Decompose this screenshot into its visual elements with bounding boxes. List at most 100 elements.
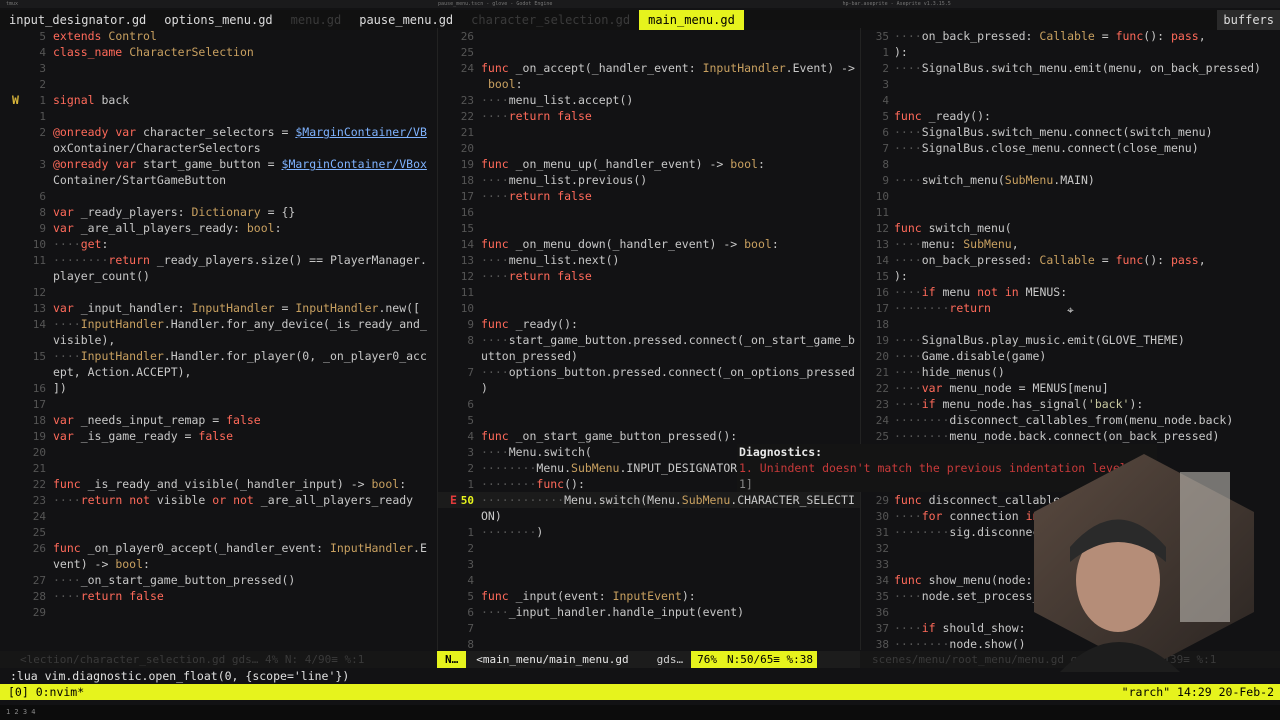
left-code-line[interactable]: 20 xyxy=(0,444,437,460)
right-code-line[interactable]: 13 ····menu: SubMenu, xyxy=(861,236,1280,252)
left-code-line[interactable]: 18 var _needs_input_remap = false xyxy=(0,412,437,428)
right-code-line[interactable]: 35 ····on_back_pressed: Callable = func()… xyxy=(861,28,1280,44)
left-code-line[interactable]: oxContainer/CharacterSelectors xyxy=(0,140,437,156)
mid-code-line[interactable]: 2 xyxy=(438,540,860,556)
right-code-line[interactable]: 19 ····SignalBus.play_music.emit(GLOVE_TH… xyxy=(861,332,1280,348)
mid-code-line[interactable]: 20 xyxy=(438,140,860,156)
left-code-line[interactable]: visible), xyxy=(0,332,437,348)
left-code-line[interactable]: 29 xyxy=(0,604,437,620)
right-code-line[interactable]: 22 ····var menu_node = MENUS[menu] xyxy=(861,380,1280,396)
left-code-line[interactable]: 9 var _are_all_players_ready: bool: xyxy=(0,220,437,236)
mid-code-line[interactable]: ON) xyxy=(438,508,860,524)
mid-code-line[interactable]: 9 func _ready(): xyxy=(438,316,860,332)
mid-code-line[interactable]: 14 func _on_menu_down(_handler_event) -> … xyxy=(438,236,860,252)
left-code-line[interactable]: player_count() xyxy=(0,268,437,284)
mid-code-line[interactable]: 19 func _on_menu_up(_handler_event) -> bo… xyxy=(438,156,860,172)
mid-code-line[interactable]: 7 ····options_button.pressed.connect(_on_… xyxy=(438,364,860,380)
right-code-line[interactable]: 18 xyxy=(861,316,1280,332)
right-code-line[interactable]: 9 ····switch_menu(SubMenu.MAIN) xyxy=(861,172,1280,188)
left-code-line[interactable]: 16]) xyxy=(0,380,437,396)
left-code-line[interactable]: 1 xyxy=(0,108,437,124)
right-code-line[interactable]: 8 xyxy=(861,156,1280,172)
left-code-line[interactable]: 12 xyxy=(0,284,437,300)
buffer-tab-options-menu[interactable]: options_menu.gd xyxy=(155,10,281,30)
mid-code-line[interactable]: ) xyxy=(438,380,860,396)
right-code-line[interactable]: 11 xyxy=(861,204,1280,220)
mid-code-line[interactable]: 18 ····menu_list.previous() xyxy=(438,172,860,188)
mid-code-line[interactable]: 8 ····start_game_button.pressed.connect(_… xyxy=(438,332,860,348)
mid-code-line[interactable]: 6 ····_input_handler.handle_input(event) xyxy=(438,604,860,620)
left-code-line[interactable]: 25 xyxy=(0,524,437,540)
editor-pane-main-menu[interactable]: 26 25 24 func _on_accept(_handler_event: In… xyxy=(437,28,860,650)
mid-code-line[interactable]: 11 xyxy=(438,284,860,300)
left-code-line[interactable]: 24 xyxy=(0,508,437,524)
left-code-line[interactable]: 8 var _ready_players: Dictionary = {} xyxy=(0,204,437,220)
left-code-line[interactable]: 27 ····_on_start_game_button_pressed() xyxy=(0,572,437,588)
left-code-line[interactable]: 17 xyxy=(0,396,437,412)
mid-code-line[interactable]: 3 xyxy=(438,556,860,572)
left-code-line[interactable]: 11 ········return _ready_players.size() =… xyxy=(0,252,437,268)
left-code-line[interactable]: 13 var _input_handler: InputHandler = Inp… xyxy=(0,300,437,316)
buffer-tab-character-selection[interactable]: character_selection.gd xyxy=(462,10,639,30)
right-code-line[interactable]: 6 ····SignalBus.switch_menu.connect(switc… xyxy=(861,124,1280,140)
mid-code-line[interactable]: 21 xyxy=(438,124,860,140)
mid-code-line[interactable]: E 50 ············Menu.switch(Menu.SubMenu.… xyxy=(438,492,860,508)
right-code-line[interactable]: 1): xyxy=(861,44,1280,60)
right-code-line[interactable]: 21 ····hide_menus() xyxy=(861,364,1280,380)
buffer-tab-pause-menu[interactable]: pause_menu.gd xyxy=(350,10,462,30)
mid-code-line[interactable]: 5 func _input(event: InputEvent): xyxy=(438,588,860,604)
mid-code-line[interactable]: 6 xyxy=(438,396,860,412)
right-code-line[interactable]: 7 ····SignalBus.close_menu.connect(close_… xyxy=(861,140,1280,156)
mid-code-line[interactable]: 1 ········) xyxy=(438,524,860,540)
mid-code-line[interactable]: 25 xyxy=(438,44,860,60)
left-code-line[interactable]: 21 xyxy=(0,460,437,476)
mid-code-line[interactable]: 22 ····return false xyxy=(438,108,860,124)
left-code-line[interactable]: 10 ····get: xyxy=(0,236,437,252)
right-code-line[interactable]: 23 ····if menu_node.has_signal('back'): xyxy=(861,396,1280,412)
mid-code-line[interactable]: 15 xyxy=(438,220,860,236)
left-code-line[interactable]: 28 ····return false xyxy=(0,588,437,604)
left-code-line[interactable]: ept, Action.ACCEPT), xyxy=(0,364,437,380)
right-code-line[interactable]: 3 xyxy=(861,76,1280,92)
right-code-line[interactable]: 12 func switch_menu( xyxy=(861,220,1280,236)
mid-code-line[interactable]: 26 xyxy=(438,28,860,44)
right-code-line[interactable]: 2 ····SignalBus.switch_menu.emit(menu, on… xyxy=(861,60,1280,76)
mid-code-line[interactable]: 12 ····return false xyxy=(438,268,860,284)
buffers-label[interactable]: buffers xyxy=(1217,10,1280,30)
right-code-line[interactable]: 4 xyxy=(861,92,1280,108)
mid-code-line[interactable]: 4 xyxy=(438,572,860,588)
left-code-line[interactable]: 22 func _is_ready_and_visible(_handler_in… xyxy=(0,476,437,492)
buffer-tab-input-designator[interactable]: input_designator.gd xyxy=(0,10,155,30)
left-code-line[interactable]: 23 ····return not visible or not _are_all… xyxy=(0,492,437,508)
mid-code-line[interactable]: 23 ····menu_list.accept() xyxy=(438,92,860,108)
right-code-line[interactable]: 14 ····on_back_pressed: Callable = func()… xyxy=(861,252,1280,268)
left-code-line[interactable]: 26 func _on_player0_accept(_handler_event… xyxy=(0,540,437,556)
mid-code-line[interactable]: 5 xyxy=(438,412,860,428)
right-code-line[interactable]: 10 xyxy=(861,188,1280,204)
left-code-line[interactable]: 15 ····InputHandler.Handler.for_player(0,… xyxy=(0,348,437,364)
buffer-tab-menu[interactable]: menu.gd xyxy=(282,10,351,30)
mid-code-line[interactable]: bool: xyxy=(438,76,860,92)
tmux-window-list[interactable]: [0] 0:nvim* xyxy=(8,684,84,700)
left-code-line[interactable]: 3 xyxy=(0,60,437,76)
left-code-line[interactable]: 14 ····InputHandler.Handler.for_any_devic… xyxy=(0,316,437,332)
left-code-line[interactable]: W 1 signal back xyxy=(0,92,437,108)
buffer-tab-main-menu[interactable]: main_menu.gd xyxy=(639,10,744,30)
left-code-line[interactable]: vent) -> bool: xyxy=(0,556,437,572)
mid-code-line[interactable]: utton_pressed) xyxy=(438,348,860,364)
left-code-line[interactable]: 5 extends Control xyxy=(0,28,437,44)
left-code-line[interactable]: 2 @onready var character_selectors = $Mar… xyxy=(0,124,437,140)
mid-code-line[interactable]: 13 ····menu_list.next() xyxy=(438,252,860,268)
left-code-line[interactable]: 3 @onready var start_game_button = $Margi… xyxy=(0,156,437,172)
left-code-line[interactable]: 4 class_name CharacterSelection xyxy=(0,44,437,60)
editor-pane-character-selection[interactable]: 5 extends Control 4 class_name CharacterSel… xyxy=(0,28,437,650)
left-code-line[interactable]: 6 xyxy=(0,188,437,204)
right-code-line[interactable]: 20 ····Game.disable(game) xyxy=(861,348,1280,364)
mid-code-line[interactable]: 4 func _on_start_game_button_pressed(): xyxy=(438,428,860,444)
mid-code-line[interactable]: 24 func _on_accept(_handler_event: InputH… xyxy=(438,60,860,76)
right-code-line[interactable]: 5 func _ready(): xyxy=(861,108,1280,124)
mid-code-line[interactable]: 17 ····return false xyxy=(438,188,860,204)
left-code-line[interactable]: Container/StartGameButton xyxy=(0,172,437,188)
right-code-line[interactable]: 16 ····if menu not in MENUS: xyxy=(861,284,1280,300)
mid-code-line[interactable]: 16 xyxy=(438,204,860,220)
